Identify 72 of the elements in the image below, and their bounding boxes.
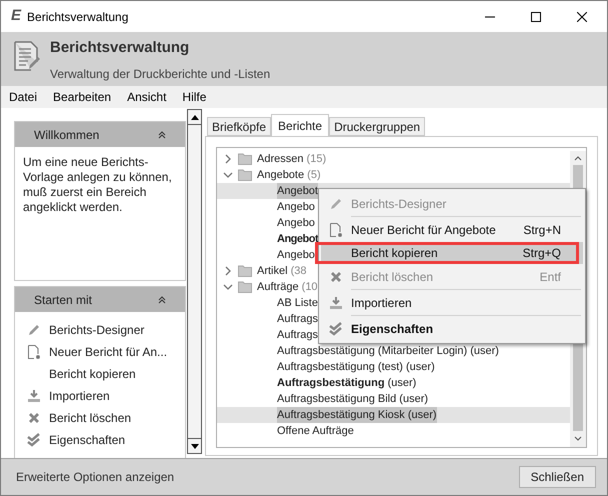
tree-item[interactable]: Angebo bbox=[277, 246, 315, 264]
tree-item[interactable]: Offene Aufträge bbox=[277, 422, 354, 440]
welcome-text: Um eine neue Berichts-Vorlage anlegen zu können, muß zuerst ein Bereich angeklickt werden. bbox=[22, 154, 173, 215]
import-icon bbox=[329, 296, 343, 310]
maximize-icon[interactable] bbox=[531, 12, 541, 22]
sidebar-action[interactable]: Berichts-Designer bbox=[49, 321, 144, 339]
tree-item[interactable]: Angebo bbox=[277, 214, 315, 232]
chevron-right-icon[interactable] bbox=[223, 266, 233, 276]
folder-icon bbox=[238, 153, 252, 165]
tree-item[interactable]: Angebot bbox=[277, 182, 318, 200]
chevron-right-icon[interactable] bbox=[223, 154, 233, 164]
sidebar-action[interactable]: Eigenschaften bbox=[49, 431, 126, 449]
sidebar-action[interactable]: Bericht löschen bbox=[49, 409, 132, 427]
tree-item[interactable]: Angebo bbox=[277, 198, 315, 216]
pencil-icon bbox=[27, 323, 41, 337]
context-menu-item[interactable]: Neuer Bericht für Angebote Strg+N bbox=[321, 217, 583, 242]
tree-folder[interactable]: Adressen (15) bbox=[257, 150, 326, 168]
card-header[interactable]: Starten mit bbox=[15, 287, 185, 312]
app-logo: E bbox=[11, 6, 22, 26]
new-document-icon bbox=[329, 222, 343, 238]
new-document-icon bbox=[27, 344, 41, 360]
collapse-icon[interactable] bbox=[158, 130, 166, 138]
menu-item[interactable]: Ansicht bbox=[119, 88, 174, 106]
advanced-options-link[interactable]: Erweiterte Optionen anzeigen bbox=[16, 468, 174, 486]
tree-item[interactable]: Auftragsbestätigung (test) (user) bbox=[277, 358, 435, 376]
import-icon bbox=[27, 389, 41, 403]
sidebar-action[interactable]: Neuer Bericht für An... bbox=[49, 343, 168, 361]
chevron-down-icon[interactable] bbox=[223, 282, 233, 292]
tree-item[interactable]: AB Liste bbox=[277, 294, 318, 312]
tab[interactable]: Briefköpfe bbox=[207, 117, 272, 136]
double-check-icon bbox=[27, 433, 41, 447]
report-edit-icon bbox=[13, 40, 41, 72]
folder-icon bbox=[238, 281, 252, 293]
sidebar-action[interactable]: Bericht kopieren bbox=[49, 365, 136, 383]
tree-folder[interactable]: Aufträge (10 bbox=[257, 278, 318, 296]
header-title: Berichtsverwaltung bbox=[50, 38, 190, 58]
shortcut-label: Entf bbox=[540, 268, 561, 286]
tree-item[interactable]: Auftragsbestätigung (user) bbox=[277, 374, 416, 392]
tree-folder[interactable]: Angebote (5) bbox=[257, 166, 321, 184]
tree-item[interactable]: Angebot bbox=[277, 230, 318, 248]
menu-item[interactable]: Bearbeiten bbox=[45, 88, 120, 106]
sidebar-action[interactable]: Importieren bbox=[49, 387, 110, 405]
collapse-icon[interactable] bbox=[158, 296, 166, 304]
tree-item[interactable]: Auftragsbestätigung (Mitarbeiter Login) (user) bbox=[277, 342, 499, 360]
delete-icon bbox=[27, 411, 41, 425]
header-subtitle: Verwaltung der Druckberichte und -Listen bbox=[50, 66, 270, 82]
tab[interactable]: Berichte bbox=[271, 114, 330, 136]
tree-item[interactable]: Auftrags bbox=[277, 326, 318, 344]
card-title: Starten mit bbox=[34, 292, 92, 308]
tree-item[interactable]: Auftragsbestätigung Bild (user) bbox=[277, 390, 428, 408]
context-menu-item[interactable]: Eigenschaften bbox=[321, 316, 583, 341]
context-menu-item[interactable]: Importieren bbox=[321, 290, 583, 315]
scrollbar[interactable] bbox=[187, 109, 202, 454]
menu-item[interactable]: Datei bbox=[1, 88, 46, 106]
card-header[interactable]: Willkommen bbox=[15, 122, 185, 147]
window-title: Berichtsverwaltung bbox=[27, 8, 128, 26]
close-icon[interactable] bbox=[577, 12, 587, 22]
shortcut-label: Strg+Q bbox=[522, 245, 561, 262]
pencil-icon bbox=[329, 196, 343, 210]
chevron-down-icon[interactable] bbox=[223, 170, 233, 180]
folder-icon bbox=[238, 265, 252, 277]
menu-item[interactable]: Hilfe bbox=[174, 88, 214, 106]
close-button[interactable]: Schließen bbox=[518, 466, 596, 488]
tree-item[interactable]: Auftragsbestätigung Kiosk (user) bbox=[277, 406, 437, 424]
tab[interactable]: Druckergruppen bbox=[329, 117, 426, 136]
card-title: Willkommen bbox=[34, 126, 100, 144]
folder-icon bbox=[238, 169, 252, 181]
tree-item[interactable]: Auftrags bbox=[277, 310, 318, 328]
delete-icon bbox=[329, 270, 343, 284]
shortcut-label: Strg+N bbox=[523, 222, 561, 238]
double-check-icon bbox=[329, 322, 343, 336]
tree-folder[interactable]: Artikel (38 bbox=[257, 262, 307, 280]
